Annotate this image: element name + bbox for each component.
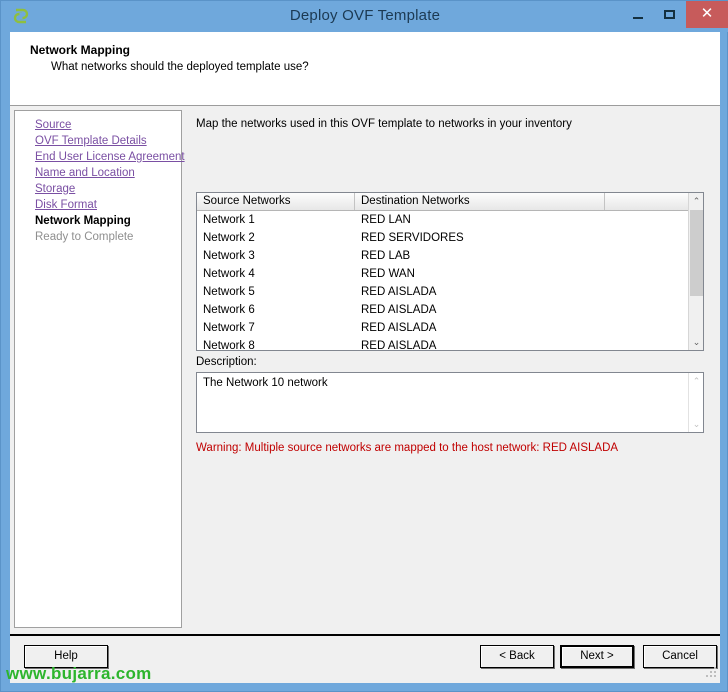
cell-source-network: Network 7 <box>203 322 255 334</box>
back-button[interactable]: < Back <box>480 645 554 668</box>
description-label: Description: <box>196 356 257 368</box>
client-area: Network Mapping What networks should the… <box>10 32 720 683</box>
instruction-text: Map the networks used in this OVF templa… <box>196 118 572 130</box>
table-vertical-scrollbar[interactable]: ⌃ ⌄ <box>688 193 703 350</box>
table-row[interactable]: Network 5 RED AISLADA <box>197 283 690 301</box>
table-row[interactable]: Network 1 RED LAN <box>197 211 690 229</box>
cell-source-network: Network 6 <box>203 304 255 316</box>
warning-message: Warning: Multiple source networks are ma… <box>196 442 619 454</box>
cell-destination-network: RED LAN <box>361 214 411 226</box>
description-box[interactable]: The Network 10 network ⌃ ⌄ <box>196 372 704 433</box>
maximize-icon <box>664 10 675 19</box>
sidebar-item-source[interactable]: Source <box>35 119 71 131</box>
page-title: Network Mapping <box>30 43 131 57</box>
cell-destination-network: RED AISLADA <box>361 322 437 334</box>
maximize-button[interactable] <box>654 1 686 28</box>
column-header-source-networks[interactable]: Source Networks <box>197 193 355 210</box>
cell-source-network: Network 1 <box>203 214 255 226</box>
cell-destination-network: RED LAB <box>361 250 411 262</box>
cell-destination-network: RED AISLADA <box>361 340 437 351</box>
network-mapping-table[interactable]: Source Networks Destination Networks Net… <box>196 192 704 351</box>
main-pane: Map the networks used in this OVF templa… <box>186 110 716 628</box>
cell-destination-network: RED WAN <box>361 268 415 280</box>
cell-source-network: Network 2 <box>203 232 255 244</box>
resize-grip[interactable] <box>704 667 717 680</box>
description-scroll-down-icon[interactable]: ⌄ <box>689 416 703 432</box>
cell-destination-network: RED SERVIDORES <box>361 232 464 244</box>
table-row[interactable]: Network 6 RED AISLADA <box>197 301 690 319</box>
cell-source-network: Network 8 <box>203 340 255 351</box>
cell-source-network: Network 3 <box>203 250 255 262</box>
cell-source-network: Network 5 <box>203 286 255 298</box>
minimize-button[interactable] <box>622 1 654 28</box>
table-row[interactable]: Network 2 RED SERVIDORES <box>197 229 690 247</box>
cancel-button[interactable]: Cancel <box>643 645 717 668</box>
page-subtitle: What networks should the deployed templa… <box>51 61 309 73</box>
cell-destination-network: RED AISLADA <box>361 304 437 316</box>
sidebar-item-ready-to-complete: Ready to Complete <box>35 231 134 243</box>
site-watermark: www.bujarra.com <box>6 664 152 683</box>
sidebar-item-network-mapping: Network Mapping <box>35 215 131 227</box>
table-header-row: Source Networks Destination Networks <box>197 193 703 211</box>
sidebar-item-end-user-license-agreement[interactable]: End User License Agreement <box>35 151 185 163</box>
scrollbar-thumb[interactable] <box>690 210 703 296</box>
minimize-icon <box>633 17 643 19</box>
table-row[interactable]: Network 3 RED LAB <box>197 247 690 265</box>
description-scroll-up-icon[interactable]: ⌃ <box>689 373 703 389</box>
window-title: Deploy OVF Template <box>289 7 441 24</box>
scroll-down-icon[interactable]: ⌄ <box>689 334 703 350</box>
sidebar-item-storage[interactable]: Storage <box>35 183 75 195</box>
wizard-steps-sidebar: Source OVF Template Details End User Licen… <box>14 110 185 628</box>
sidebar-item-name-and-location[interactable]: Name and Location <box>35 167 135 179</box>
wizard-header: Network Mapping What networks should the… <box>10 32 720 106</box>
cell-destination-network: RED AISLADA <box>361 286 437 298</box>
table-row[interactable]: Network 4 RED WAN <box>197 265 690 283</box>
deploy-ovf-template-window: Deploy OVF Template ✕ Network Mapping Wh… <box>0 0 728 692</box>
sidebar-item-disk-format[interactable]: Disk Format <box>35 199 97 211</box>
description-vertical-scrollbar[interactable]: ⌃ ⌄ <box>688 373 703 432</box>
sidebar-item-ovf-template-details[interactable]: OVF Template Details <box>35 135 147 147</box>
next-button[interactable]: Next > <box>560 645 634 668</box>
description-text: The Network 10 network <box>203 377 328 389</box>
scroll-up-icon[interactable]: ⌃ <box>689 193 703 209</box>
close-icon: ✕ <box>700 5 714 22</box>
table-row[interactable]: Network 7 RED AISLADA <box>197 319 690 337</box>
column-header-empty[interactable] <box>605 193 690 210</box>
close-button[interactable]: ✕ <box>686 1 728 28</box>
cell-source-network: Network 4 <box>203 268 255 280</box>
column-header-destination-networks[interactable]: Destination Networks <box>355 193 605 210</box>
table-body: Network 1 RED LAN Network 2 RED SERVIDORES N… <box>197 211 690 351</box>
title-bar: Deploy OVF Template ✕ <box>1 1 728 32</box>
table-row[interactable]: Network 8 RED AISLADA <box>197 337 690 351</box>
